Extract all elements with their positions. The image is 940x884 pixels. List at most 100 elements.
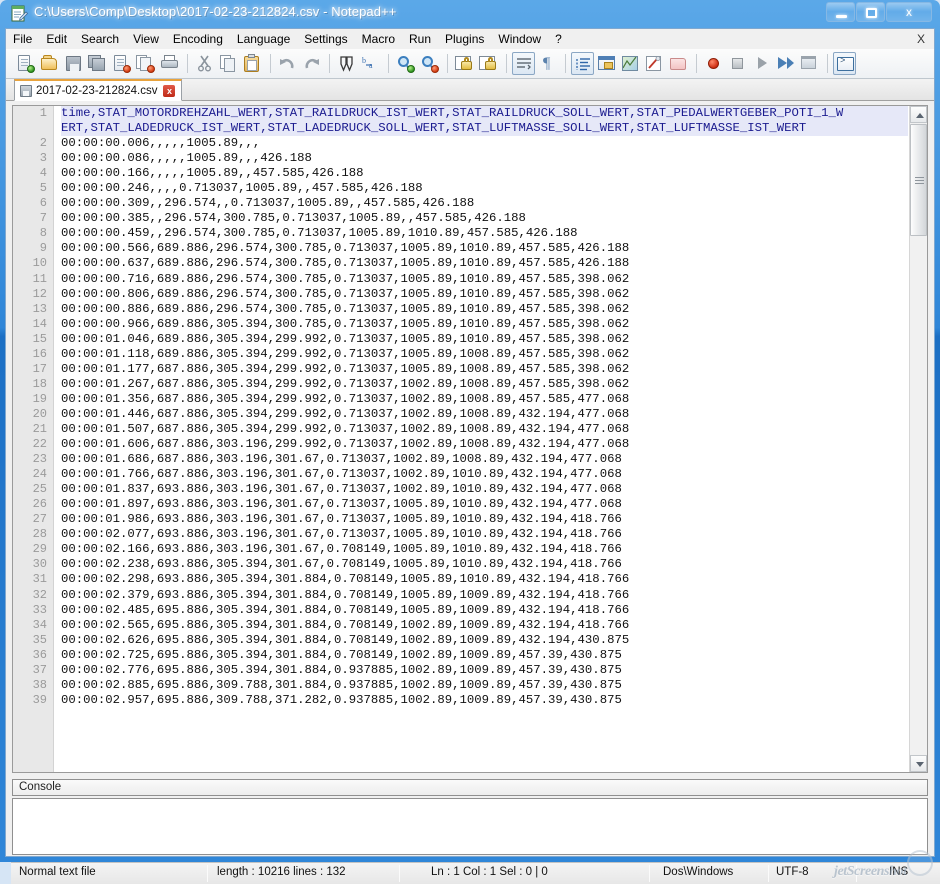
notepadpp-window: C:\Users\Comp\Desktop\2017-02-23-212824.… (0, 0, 940, 884)
toolbar-separator (329, 54, 330, 73)
status-insert-mode: INS (889, 866, 909, 878)
line-number: 37 (32, 662, 47, 677)
menu-item-macro[interactable]: Macro (355, 30, 402, 48)
playback-macro-icon[interactable] (750, 52, 773, 75)
menu-bar: File Edit Search View Encoding Language … (6, 29, 934, 49)
code-line: 00:00:01.118,689.886,305.394,299.992,0.7… (61, 346, 630, 361)
code-line: 00:00:01.837,693.886,303.196,301.67,0.71… (61, 482, 622, 497)
toolbar-separator (270, 54, 271, 73)
scroll-down-arrow-icon[interactable] (910, 755, 927, 772)
function-list-icon[interactable] (643, 52, 666, 75)
code-line: 00:00:01.986,693.886,303.196,301.67,0.71… (61, 512, 622, 527)
console-output[interactable] (12, 798, 928, 855)
indent-guide-icon[interactable] (571, 52, 594, 75)
zoom-in-icon[interactable] (394, 52, 417, 75)
copy-icon[interactable] (217, 52, 240, 75)
word-wrap-icon[interactable] (512, 52, 535, 75)
save-icon[interactable] (62, 52, 85, 75)
line-number: 18 (32, 376, 47, 391)
document-map-icon[interactable] (619, 52, 642, 75)
code-line: 00:00:02.725,695.886,305.394,301.884,0.7… (61, 647, 622, 662)
close-document-icon[interactable]: X (917, 32, 925, 46)
line-number-gutter: 1 2 3 4 5 6 7 8 9 10 11 12 13 14 15 16 17 18 19 20 21 22 23 24… (13, 106, 54, 772)
line-number: 35 (32, 632, 47, 647)
sync-vertical-scroll-icon[interactable] (453, 52, 476, 75)
line-number: 17 (32, 361, 47, 376)
tab-2017-02-23-212824-csv[interactable]: 2017-02-23-212824.csv x (14, 79, 183, 101)
code-line: 00:00:02.776,695.886,305.394,301.884,0.9… (61, 662, 622, 677)
line-number: 11 (32, 271, 47, 286)
code-line-header-part2: ERT,STAT_LADEDRUCK_IST_WERT,STAT_LADEDRU… (61, 121, 908, 137)
sync-horizontal-scroll-icon[interactable] (477, 52, 500, 75)
line-number: 13 (32, 301, 47, 316)
menu-item-encoding[interactable]: Encoding (166, 30, 230, 48)
title-bar: C:\Users\Comp\Desktop\2017-02-23-212824.… (0, 0, 940, 28)
status-divider (856, 865, 857, 882)
line-number: 34 (32, 617, 47, 632)
code-line: 00:00:02.077,693.886,303.196,301.67,0.71… (61, 527, 622, 542)
toolbar-separator (187, 54, 188, 73)
cut-icon[interactable] (193, 52, 216, 75)
code-line: 00:00:02.957,695.886,309.788,371.282,0.9… (61, 692, 622, 707)
zoom-out-icon[interactable] (418, 52, 441, 75)
open-file-icon[interactable] (38, 52, 61, 75)
show-all-characters-icon[interactable]: ¶ (536, 52, 559, 75)
line-number: 25 (32, 482, 47, 497)
code-line: 00:00:01.177,687.886,305.394,299.992,0.7… (61, 361, 630, 376)
notepadpp-app-icon (11, 5, 29, 22)
undo-icon[interactable] (276, 52, 299, 75)
user-defined-dialog-icon[interactable] (595, 52, 618, 75)
run-macro-multiple-icon[interactable] (774, 52, 797, 75)
code-line: 00:00:00.806,689.886,296.574,300.785,0.7… (61, 286, 630, 301)
print-icon[interactable] (158, 52, 181, 75)
new-file-icon[interactable] (14, 52, 37, 75)
find-icon[interactable] (335, 52, 358, 75)
menu-item-help[interactable]: ? (548, 30, 569, 48)
menu-item-run[interactable]: Run (402, 30, 438, 48)
menu-item-file[interactable]: File (6, 30, 39, 48)
replace-icon[interactable]: b a (359, 52, 382, 75)
code-line: 00:00:00.966,689.886,305.394,300.785,0.7… (61, 316, 630, 331)
save-all-icon[interactable] (86, 52, 109, 75)
line-number: 16 (32, 346, 47, 361)
menu-item-window[interactable]: Window (491, 30, 548, 48)
redo-icon[interactable] (300, 52, 323, 75)
close-button[interactable]: x (886, 2, 932, 22)
code-line: 00:00:02.298,693.886,305.394,301.884,0.7… (61, 572, 630, 587)
menu-item-settings[interactable]: Settings (297, 30, 354, 48)
scrollbar-thumb[interactable] (910, 124, 927, 236)
tab-close-icon[interactable]: x (163, 84, 176, 97)
save-macro-icon[interactable] (798, 52, 821, 75)
stop-recording-icon[interactable] (726, 52, 749, 75)
line-number: 5 (39, 181, 47, 196)
editor-vertical-scrollbar[interactable] (909, 106, 927, 772)
menu-item-search[interactable]: Search (74, 30, 126, 48)
scroll-up-arrow-icon[interactable] (910, 106, 927, 123)
code-line: 00:00:01.446,687.886,305.394,299.992,0.7… (61, 406, 630, 421)
console-title: Console (12, 779, 928, 796)
paste-icon[interactable] (241, 52, 264, 75)
code-line-header-part1: time,STAT_MOTORDREHZAHL_WERT,STAT_RAILDR… (61, 106, 908, 122)
toolbar-separator (696, 54, 697, 73)
line-number: 22 (32, 437, 47, 452)
menu-item-plugins[interactable]: Plugins (438, 30, 491, 48)
line-number: 4 (39, 166, 47, 181)
code-line: 00:00:01.897,693.886,303.196,301.67,0.71… (61, 497, 622, 512)
folder-as-workspace-icon[interactable] (667, 52, 690, 75)
close-file-icon[interactable] (110, 52, 133, 75)
code-area[interactable]: time,STAT_MOTORDREHZAHL_WERT,STAT_RAILDR… (55, 106, 908, 772)
menu-item-edit[interactable]: Edit (39, 30, 74, 48)
menu-item-language[interactable]: Language (230, 30, 297, 48)
line-number: 38 (32, 677, 47, 692)
line-number: 3 (39, 151, 47, 166)
line-number: 20 (32, 406, 47, 421)
run-console-icon[interactable] (833, 52, 856, 75)
close-all-icon[interactable] (134, 52, 157, 75)
record-macro-icon[interactable] (702, 52, 725, 75)
menu-item-view[interactable]: View (126, 30, 166, 48)
maximize-button[interactable] (856, 2, 885, 22)
minimize-button[interactable] (826, 2, 855, 22)
text-editor[interactable]: 1 2 3 4 5 6 7 8 9 10 11 12 13 14 15 16 17 18 19 20 21 22 23 24… (12, 105, 928, 773)
toolbar-separator (827, 54, 828, 73)
code-line: 00:00:02.166,693.886,303.196,301.67,0.70… (61, 542, 622, 557)
